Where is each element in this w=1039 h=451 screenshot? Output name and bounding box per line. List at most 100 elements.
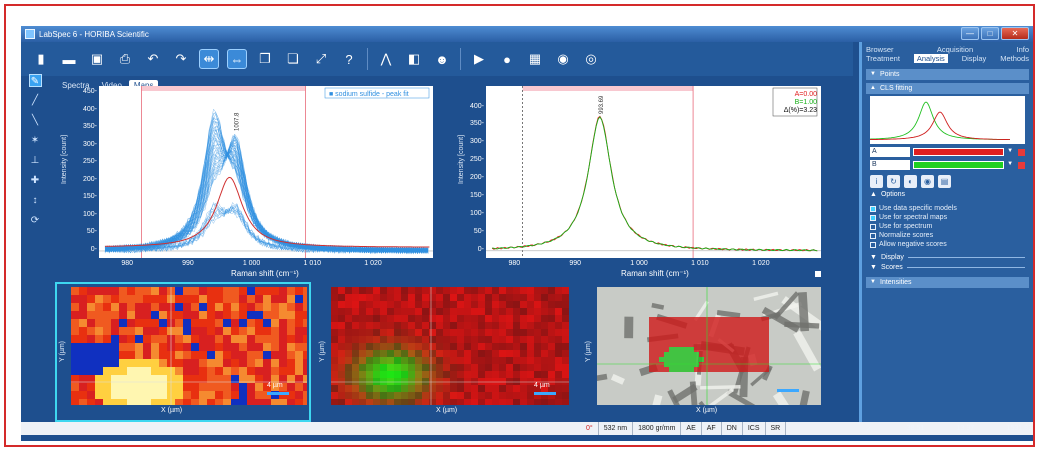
save-model-icon[interactable]: ◉ [921, 175, 934, 188]
info-icon[interactable]: i [870, 175, 883, 188]
component-color-select[interactable] [912, 148, 1005, 156]
tab-treatment[interactable]: Treatment [866, 54, 900, 63]
x-tick-label: 1 020 [752, 260, 770, 267]
open-icon[interactable]: ▬ [59, 49, 79, 69]
minimize-button[interactable]: — [961, 27, 979, 40]
map-pixel [231, 367, 239, 375]
close-button[interactable]: ✕ [1001, 27, 1029, 40]
checkbox-icon[interactable] [870, 223, 876, 230]
grid-icon[interactable]: ▦ [525, 49, 545, 69]
section-intensities[interactable]: Intensities [866, 277, 1029, 288]
map-pixel [119, 399, 127, 405]
component-color-select[interactable] [912, 161, 1005, 169]
export-icon[interactable]: ⤢ [311, 49, 331, 69]
tab-info[interactable]: Info [1016, 45, 1029, 54]
map-pixel [555, 399, 562, 405]
map-pixel [562, 294, 569, 301]
map-video-overlay[interactable] [597, 287, 821, 405]
option-checkbox[interactable]: Normalize scores [870, 231, 1025, 240]
overlay-pixel [719, 357, 724, 362]
fit-icon[interactable]: ⇹ [199, 49, 219, 69]
tab-display[interactable]: Display [962, 54, 987, 63]
status-laser[interactable]: 532 nm [599, 422, 634, 435]
map-pixel [520, 371, 527, 378]
copy-icon[interactable]: ❐ [255, 49, 275, 69]
left-tool-2-icon[interactable]: ╲ [29, 114, 42, 127]
overlay-pixel [674, 322, 679, 327]
checkbox-sync[interactable] [814, 270, 822, 278]
spectrum-plot-right[interactable]: 993.69 A=0.00 B=1.00 Δ(%)=3.23 [486, 86, 821, 258]
left-tool-3-icon[interactable]: ✶ [29, 134, 42, 147]
overlay-pixel [674, 362, 679, 367]
checkbox-icon[interactable] [870, 241, 876, 248]
help-icon[interactable]: ? [339, 49, 359, 69]
checkbox-icon[interactable] [870, 232, 876, 239]
checkbox-icon[interactable] [870, 214, 876, 221]
save-icon[interactable]: ▣ [87, 49, 107, 69]
export-model-icon[interactable]: ▤ [938, 175, 951, 188]
chevron-down-icon[interactable]: ▼ [1007, 161, 1015, 169]
map-pixel [143, 311, 151, 319]
map-pixel [478, 308, 485, 315]
cube-icon[interactable]: ◧ [404, 49, 424, 69]
left-tool-1-icon[interactable]: ╱ [29, 94, 42, 107]
map-pixel [499, 287, 506, 294]
run-icon[interactable]: ↻ [887, 175, 900, 188]
delete-component-icon[interactable] [1018, 148, 1025, 156]
map-pixel [207, 287, 215, 295]
left-tool-6-icon[interactable]: ↕ [29, 194, 42, 207]
chevron-down-icon[interactable]: ▼ [1007, 148, 1015, 156]
delete-component-icon[interactable] [1018, 161, 1025, 169]
record-icon[interactable]: ● [497, 49, 517, 69]
y-tick-label: 300- [82, 140, 97, 148]
map-pixel [457, 329, 464, 336]
overlay-pixel [684, 357, 689, 362]
section-cls-fitting[interactable]: CLS fitting [866, 83, 1029, 94]
spectrum-plot-left[interactable]: ■ sodium sulfide - peak fit 1007.8 [99, 86, 433, 258]
options-heading[interactable]: ▲ Options [870, 191, 1025, 198]
option-checkbox[interactable]: Use for spectral maps [870, 213, 1025, 222]
play-icon[interactable]: ▶ [469, 49, 489, 69]
checkbox-icon[interactable] [870, 205, 876, 212]
status-flag-sr[interactable]: SR [766, 422, 787, 435]
map-pixel [548, 329, 555, 336]
left-tool-0-icon[interactable]: ✎ [28, 74, 42, 87]
display-heading[interactable]: ▼ Display [870, 254, 1025, 261]
tab-acquisition[interactable]: Acquisition [937, 45, 973, 54]
option-checkbox[interactable]: Allow negative scores [870, 240, 1025, 249]
option-checkbox[interactable]: Use data specific models [870, 204, 1025, 213]
overlay-pixel [694, 352, 699, 357]
model-icon[interactable]: ◐ [904, 175, 917, 188]
spectrum-icon[interactable]: ⋀ [376, 49, 396, 69]
map-pixel [295, 319, 303, 327]
option-label: Use for spectral maps [879, 214, 948, 221]
maximize-button[interactable]: □ [981, 27, 999, 40]
people-icon[interactable]: ☻ [432, 49, 452, 69]
print-icon[interactable]: ⎙ [115, 49, 135, 69]
redo-icon[interactable]: ↷ [171, 49, 191, 69]
tab-browser[interactable]: Browser [866, 45, 894, 54]
section-points[interactable]: Points [866, 69, 1029, 80]
tab-analysis[interactable]: Analysis [913, 54, 948, 63]
status-flag-ae[interactable]: AE [681, 422, 702, 435]
globe-icon[interactable]: ◎ [581, 49, 601, 69]
paste-icon[interactable]: ❏ [283, 49, 303, 69]
component-name-field[interactable]: A [870, 147, 910, 157]
new-file-icon[interactable]: ▮ [31, 49, 51, 69]
option-checkbox[interactable]: Use for spectrum [870, 222, 1025, 231]
tab-methods[interactable]: Methods [1000, 54, 1029, 63]
status-flag-dn[interactable]: DN [722, 422, 743, 435]
resize-icon[interactable]: ⇔ [227, 49, 247, 69]
status-flag-af[interactable]: AF [702, 422, 722, 435]
scores-heading[interactable]: ▼ Scores [870, 264, 1025, 271]
map-pixel [263, 343, 271, 351]
left-tool-4-icon[interactable]: ⊥ [29, 154, 42, 167]
left-tool-5-icon[interactable]: ✚ [29, 174, 42, 187]
status-grating[interactable]: 1800 gr/mm [633, 422, 682, 435]
map-pixel [394, 301, 401, 308]
undo-icon[interactable]: ↶ [143, 49, 163, 69]
camera-icon[interactable]: ◉ [553, 49, 573, 69]
left-tool-7-icon[interactable]: ⟳ [29, 214, 42, 227]
status-flag-ics[interactable]: ICS [743, 422, 766, 435]
component-name-field[interactable]: B [870, 160, 910, 170]
